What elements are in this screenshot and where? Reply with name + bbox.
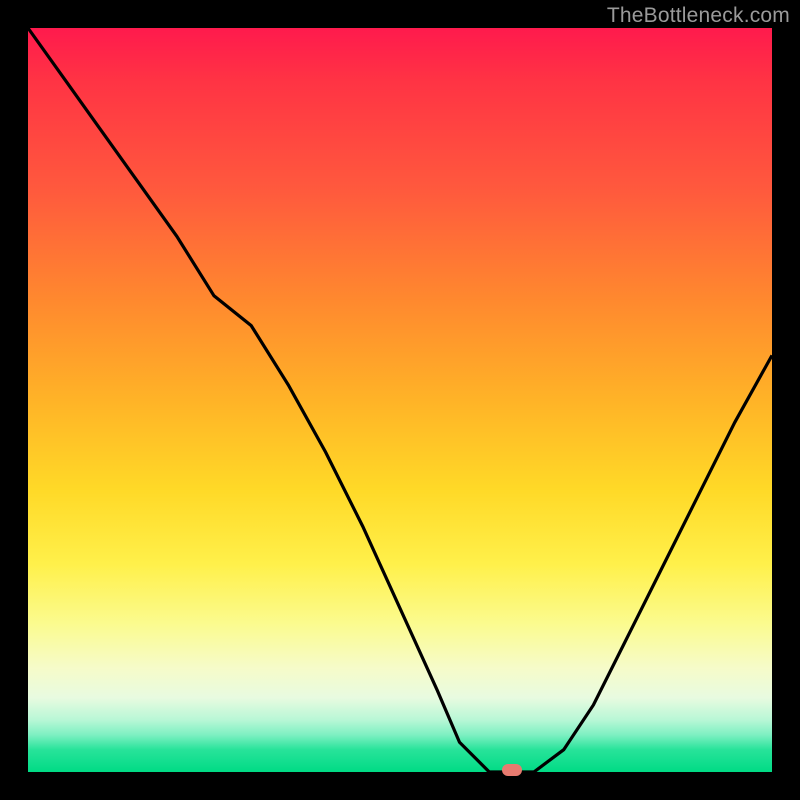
bottleneck-curve (28, 28, 772, 772)
plot-area (28, 28, 772, 772)
optimum-marker (502, 764, 522, 776)
watermark-text: TheBottleneck.com (607, 4, 790, 28)
chart-frame: TheBottleneck.com (0, 0, 800, 800)
curve-path (28, 28, 772, 772)
